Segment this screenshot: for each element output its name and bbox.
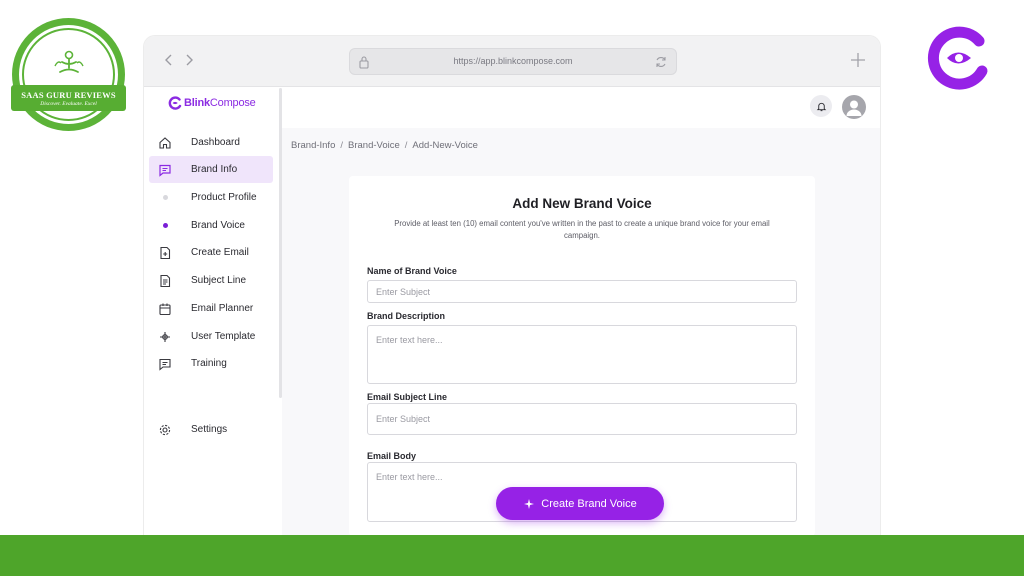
breadcrumb-brand-info[interactable]: Brand-Info [291,140,335,151]
sidebar-item-label: Brand Info [191,164,238,175]
breadcrumb: Brand-Info / Brand-Voice / Add-New-Voice [291,140,478,151]
sidebar-item-label: Create Email [191,247,249,258]
sidebar-item-label: Dashboard [191,137,240,148]
browser-chrome: https://app.blinkcompose.com [144,36,880,87]
form-description: Provide at least ten (10) email content … [394,219,770,240]
blinkcompose-logo-icon [168,96,182,110]
brand-description-input[interactable] [367,325,797,384]
sidebar-item-label: User Template [191,331,256,342]
breadcrumb-separator: / [404,140,408,151]
back-arrow-icon[interactable] [162,53,176,67]
new-tab-plus-icon[interactable] [850,52,866,68]
badge-subtitle: Discover. Evaluate. Excel [40,100,97,107]
blinkcompose-corner-logo-icon [927,26,988,90]
user-avatar-icon [846,100,862,116]
create-brand-voice-label: Create Brand Voice [541,497,637,510]
sidebar-item-settings[interactable]: Settings [149,416,273,443]
dot-icon [158,191,172,205]
reload-icon[interactable] [654,55,668,69]
sidebar-item-label: Product Profile [191,192,257,203]
message-icon [159,358,171,371]
sidebar-item-product-profile[interactable]: Product Profile [149,184,273,211]
bell-icon [816,102,826,111]
sidebar-item-dashboard[interactable]: Dashboard [149,129,273,156]
add-brand-voice-card: Add New Brand Voice Provide at least ten… [349,176,815,535]
home-icon [159,136,171,149]
email-subject-line-label: Email Subject Line [367,392,448,402]
sidebar-item-brand-voice[interactable]: Brand Voice [149,212,273,239]
brand-voice-name-input[interactable] [367,280,797,303]
sidebar: BlinkCompose Dashboard Brand Info Produc… [144,88,282,535]
brand-description-label: Brand Description [367,311,446,321]
file-plus-icon [160,246,171,259]
sidebar-item-label: Brand Voice [191,220,245,231]
message-square-icon [159,164,171,177]
sidebar-item-subject-line[interactable]: Subject Line [149,267,273,294]
sidebar-item-label: Settings [191,424,228,435]
app-logo-text: BlinkCompose [184,97,256,109]
badge-band: SAAS GURU REVIEWS Discover. Evaluate. Ex… [11,85,126,111]
saas-guru-badge: SAAS GURU REVIEWS Discover. Evaluate. Ex… [11,18,126,131]
forward-arrow-icon[interactable] [182,53,196,67]
page-title: Add New Brand Voice [512,196,652,211]
calendar-icon [159,303,171,315]
sidebar-item-label: Training [191,358,227,369]
logo-bold: Blink [184,97,210,109]
url-text: https://app.blinkcompose.com [453,56,573,66]
dot-icon [158,219,172,233]
breadcrumb-add-new-voice: Add-New-Voice [412,140,478,151]
avatar[interactable] [842,95,866,119]
email-body-label: Email Body [367,451,417,461]
badge-title: SAAS GURU REVIEWS [21,89,116,100]
app-logo[interactable]: BlinkCompose [168,96,256,110]
notifications-button[interactable] [810,95,832,117]
breadcrumb-separator: / [340,140,344,151]
template-icon [160,331,170,342]
breadcrumb-brand-voice[interactable]: Brand-Voice [348,140,400,151]
bottom-green-bar [0,535,1024,576]
sidebar-item-email-planner[interactable]: Email Planner [149,295,273,322]
create-brand-voice-button[interactable]: Create Brand Voice [496,487,664,520]
sidebar-item-user-template[interactable]: User Template [149,323,273,350]
sidebar-item-brand-info[interactable]: Brand Info [149,156,273,183]
topbar-actions [810,95,866,119]
logo-light: Compose [209,97,256,109]
file-text-icon [160,274,171,287]
sidebar-item-label: Email Planner [191,303,254,314]
sidebar-item-create-email[interactable]: Create Email [149,239,273,266]
sidebar-item-label: Subject Line [191,275,247,286]
url-bar[interactable]: https://app.blinkcompose.com [349,48,677,75]
gear-icon [159,424,171,435]
browser-window: https://app.blinkcompose.com BlinkCompos… [143,35,881,535]
brand-voice-name-label: Name of Brand Voice [367,266,457,276]
sidebar-item-training[interactable]: Training [149,350,273,377]
badge-inner: SAAS GURU REVIEWS Discover. Evaluate. Ex… [11,25,126,124]
sparkle-icon [524,498,535,509]
email-subject-line-input[interactable] [367,403,797,435]
